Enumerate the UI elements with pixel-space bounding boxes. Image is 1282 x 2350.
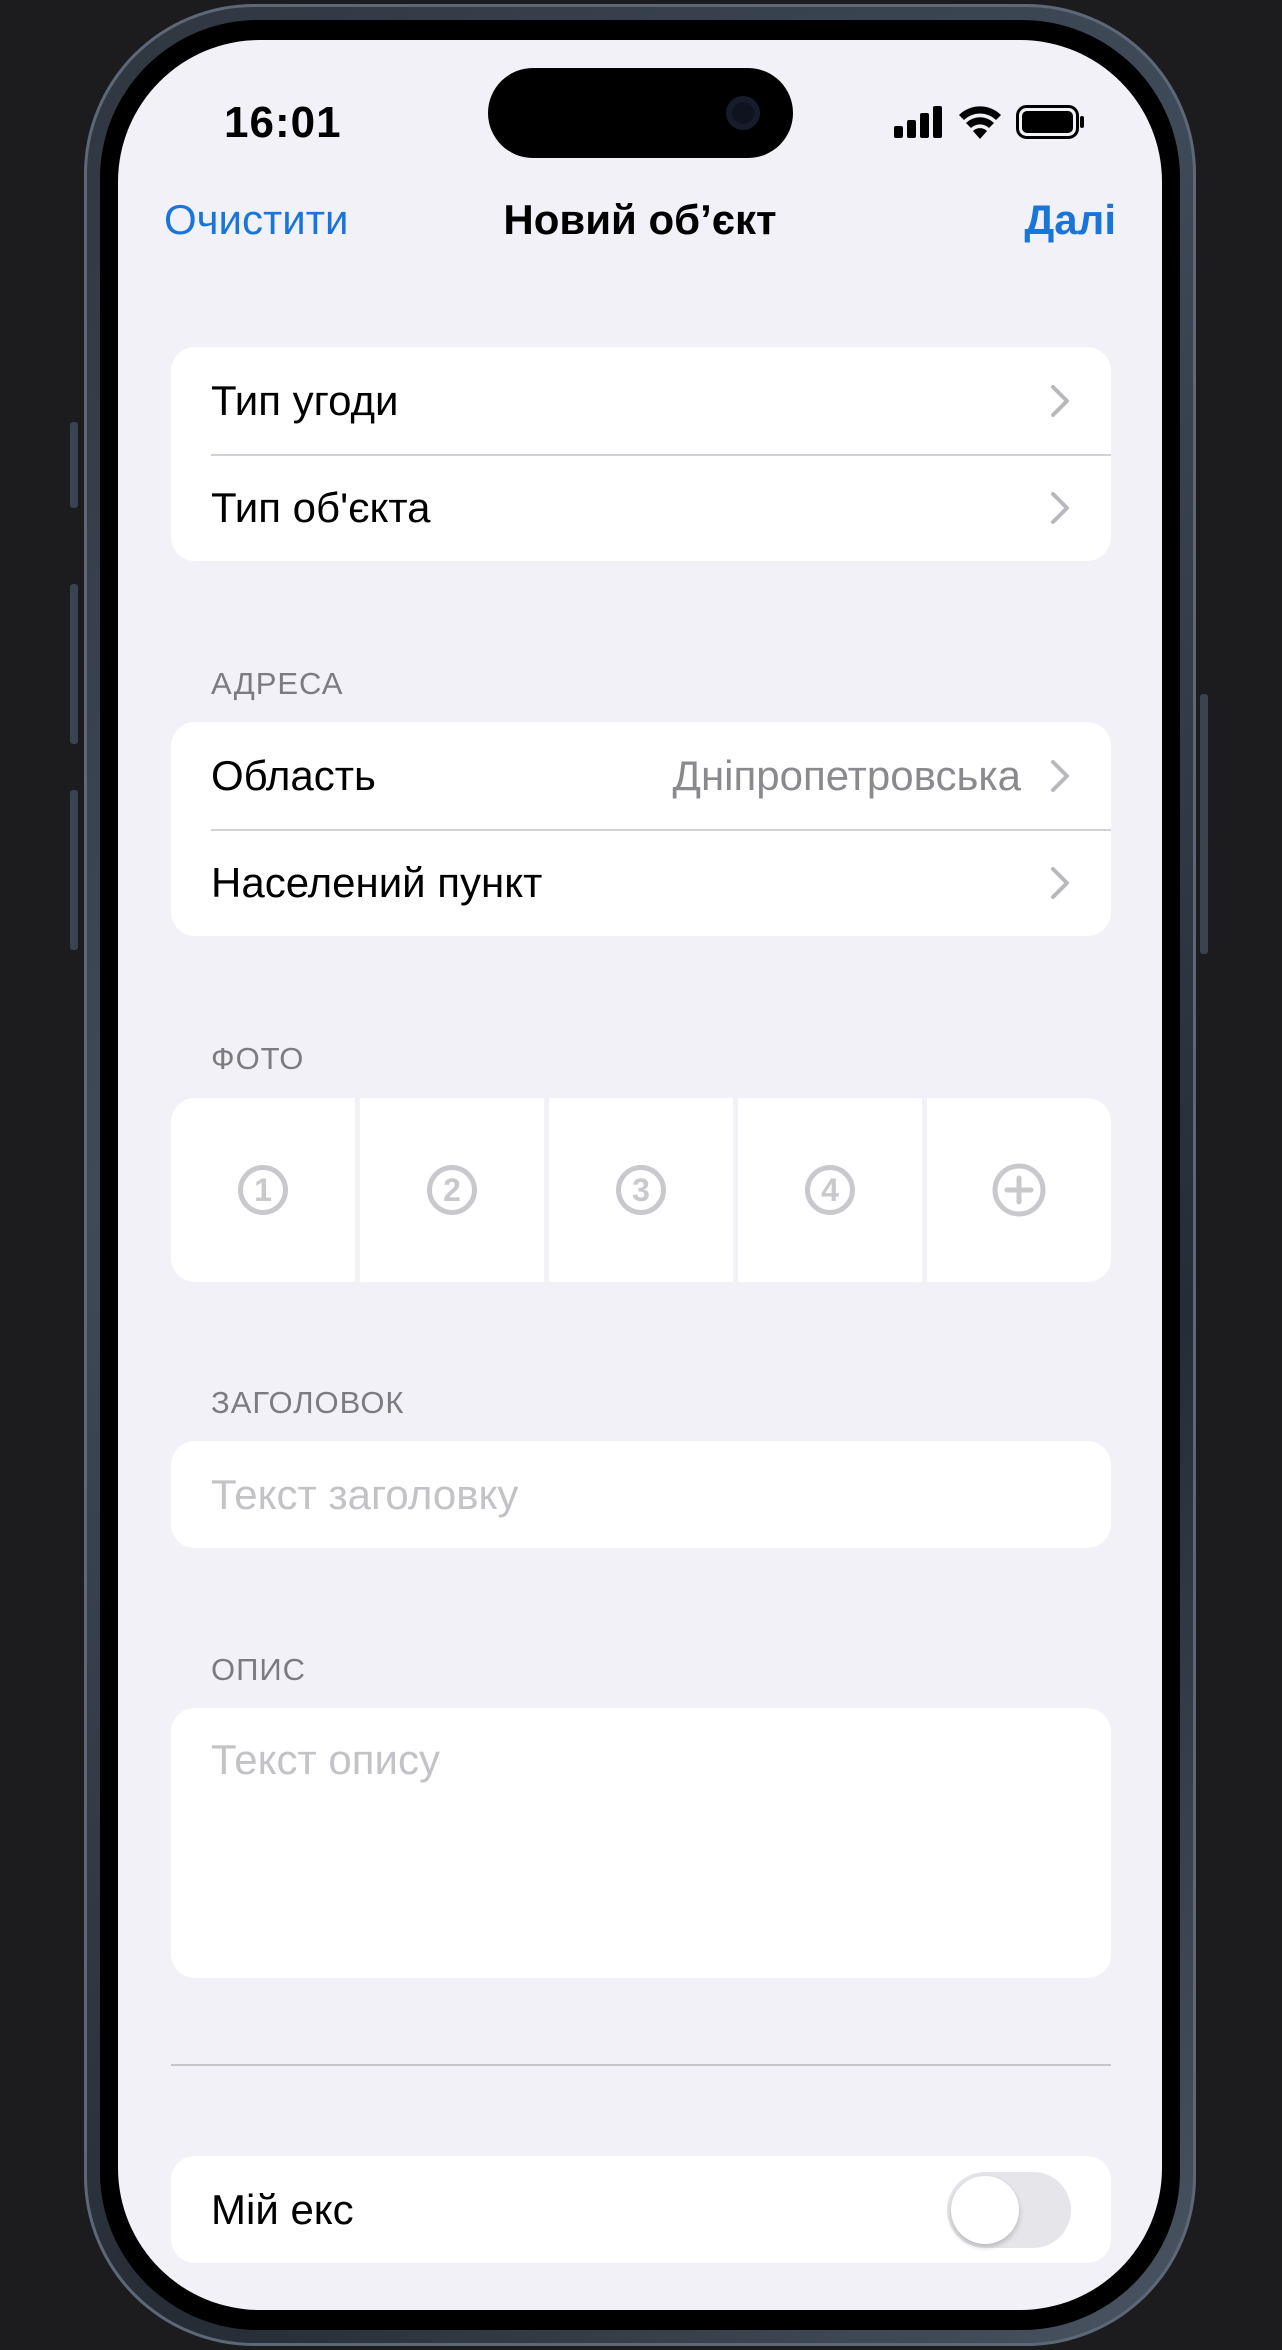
- deal-type-group: Тип угоди Тип об'єкта: [171, 347, 1111, 561]
- chevron-right-icon: [1051, 759, 1069, 792]
- screen: 16:01 Очистити Новий об’єкт Далі Тип уго…: [118, 40, 1162, 2310]
- address-group: Область Дніпропетровська Населений пункт: [171, 722, 1111, 936]
- deal-type-row[interactable]: Тип угоди: [171, 347, 1111, 454]
- status-icons: [894, 102, 1086, 142]
- camera-icon: [726, 96, 760, 130]
- photo-slot-3[interactable]: 3: [544, 1098, 733, 1282]
- add-photo-button[interactable]: [922, 1098, 1111, 1282]
- volume-up-button: [70, 584, 78, 744]
- object-type-row[interactable]: Тип об'єкта: [171, 454, 1111, 561]
- photo-strip: 1 2 3 4: [171, 1098, 1111, 1282]
- chevron-right-icon: [1051, 866, 1069, 899]
- battery-icon: [1016, 105, 1084, 139]
- description-section-header: ОПИС: [211, 1652, 307, 1687]
- divider: [171, 2064, 1111, 2066]
- title-section-header: ЗАГОЛОВОК: [211, 1385, 405, 1420]
- my-listing-label: Мій екс: [211, 2185, 354, 2233]
- next-button[interactable]: Далі: [1024, 196, 1116, 244]
- description-textarea[interactable]: Текст опису: [171, 1708, 1111, 1978]
- photo-number-3-icon: 3: [616, 1165, 666, 1215]
- locality-label: Населений пункт: [211, 858, 543, 906]
- photo-slot-2[interactable]: 2: [355, 1098, 544, 1282]
- photo-slot-1[interactable]: 1: [171, 1098, 355, 1282]
- photo-number-1-icon: 1: [238, 1165, 288, 1215]
- photo-number-4-icon: 4: [805, 1165, 855, 1215]
- chevron-right-icon: [1051, 384, 1069, 417]
- plus-circle-icon: [992, 1163, 1046, 1217]
- status-time: 16:01: [224, 98, 342, 147]
- address-section-header: АДРЕСА: [211, 666, 344, 701]
- action-button: [70, 422, 78, 508]
- object-type-label: Тип об'єкта: [211, 483, 431, 531]
- photo-section-header: ФОТО: [211, 1041, 305, 1076]
- page-title: Новий об’єкт: [503, 196, 777, 243]
- chevron-right-icon: [1051, 491, 1069, 524]
- region-row[interactable]: Область Дніпропетровська: [171, 722, 1111, 829]
- region-value: Дніпропетровська: [672, 751, 1021, 799]
- dynamic-island: [488, 68, 793, 158]
- deal-type-label: Тип угоди: [211, 376, 399, 424]
- volume-down-button: [70, 790, 78, 950]
- title-input[interactable]: Текст заголовку: [171, 1441, 1111, 1548]
- region-label: Область: [211, 751, 376, 799]
- photo-number-2-icon: 2: [427, 1165, 477, 1215]
- locality-row[interactable]: Населений пункт: [171, 829, 1111, 936]
- toggle-knob: [951, 2176, 1019, 2244]
- power-button: [1200, 694, 1208, 954]
- my-listing-group: Мій екс: [171, 2156, 1111, 2263]
- wifi-icon: [959, 106, 1001, 139]
- photo-slot-4[interactable]: 4: [733, 1098, 922, 1282]
- my-listing-toggle[interactable]: [947, 2172, 1071, 2248]
- cellular-signal-icon: [894, 106, 942, 138]
